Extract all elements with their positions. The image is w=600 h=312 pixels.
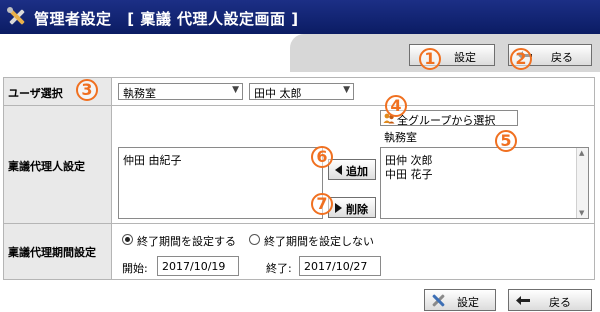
department-select[interactable]: 執務室 ▼ — [118, 83, 243, 100]
footer-back-button[interactable]: 戻る — [508, 289, 592, 311]
arrow-left-icon — [335, 165, 342, 175]
chevron-down-icon: ▼ — [232, 85, 239, 95]
row-divider — [4, 223, 594, 224]
end-date-label: 終了: — [266, 262, 292, 275]
annotation-marker-7: 7 — [311, 193, 333, 215]
user-select-label: ユーザ選択 — [8, 87, 63, 100]
back-arrow-icon — [516, 296, 530, 305]
annotation-marker-5: 5 — [495, 130, 517, 152]
chevron-down-icon: ▼ — [343, 85, 350, 95]
end-period-set-radio[interactable] — [122, 234, 133, 245]
list-item[interactable]: 仲田 由紀子 — [123, 152, 182, 168]
period-label: 稟議代理期間設定 — [8, 246, 96, 259]
list-item[interactable]: 中田 花子 — [385, 166, 433, 182]
delete-button-label: 削除 — [346, 203, 368, 216]
footer-settings-label: 設定 — [457, 296, 479, 309]
title-bar: 管理者設定 [ 稟議 代理人設定画面 ] — [0, 0, 600, 34]
settings-button-label: 設定 — [454, 51, 476, 64]
annotation-marker-4: 4 — [385, 95, 407, 117]
arrow-right-icon — [335, 203, 342, 213]
end-period-unset-label: 終了期間を設定しない — [264, 235, 374, 248]
end-date-value: 2017/10/27 — [304, 260, 368, 273]
start-date-input[interactable]: 2017/10/19 — [157, 256, 239, 276]
proxy-label: 稟議代理人設定 — [8, 160, 85, 173]
tools-icon — [7, 7, 25, 25]
end-date-input[interactable]: 2017/10/27 — [299, 256, 381, 276]
back-button-label: 戻る — [551, 51, 573, 64]
selected-proxy-list[interactable]: 仲田 由紀子 — [118, 147, 323, 219]
settings-form: ユーザ選択 稟議代理人設定 稟議代理期間設定 執務室 ▼ 田中 太郎 ▼ 仲田 … — [3, 77, 595, 280]
end-period-unset-radio[interactable] — [249, 234, 260, 245]
scrollbar[interactable]: ▲ ▼ — [576, 148, 588, 218]
select-all-groups-label: 全グループから選択 — [397, 114, 496, 127]
annotation-marker-6: 6 — [311, 146, 333, 168]
group-name: 執務室 — [384, 131, 417, 144]
start-date-value: 2017/10/19 — [162, 260, 226, 273]
annotation-marker-2: 2 — [510, 48, 532, 70]
candidate-list[interactable]: 田仲 次郎 中田 花子 ▲ ▼ — [380, 147, 589, 219]
user-select[interactable]: 田中 太郎 ▼ — [249, 83, 354, 100]
department-select-value: 執務室 — [123, 87, 156, 100]
annotation-marker-1: 1 — [419, 48, 441, 70]
add-button-label: 追加 — [346, 165, 368, 178]
delete-button[interactable]: 削除 — [328, 197, 376, 218]
footer-settings-button[interactable]: 設定 — [424, 289, 496, 311]
user-select-value: 田中 太郎 — [254, 87, 302, 100]
end-period-set-label: 終了期間を設定する — [137, 235, 236, 248]
scroll-down-icon[interactable]: ▼ — [579, 209, 584, 217]
tools-icon — [432, 294, 445, 307]
scroll-up-icon[interactable]: ▲ — [579, 149, 584, 157]
footer-back-label: 戻る — [549, 296, 571, 309]
row-divider — [4, 105, 594, 106]
start-date-label: 開始: — [122, 262, 148, 275]
annotation-marker-3: 3 — [76, 79, 98, 101]
add-button[interactable]: 追加 — [328, 159, 376, 180]
screen-title: [ 稟議 代理人設定画面 ] — [127, 10, 299, 28]
period-label-cell: 稟議代理期間設定 — [4, 224, 112, 279]
proxy-label-cell: 稟議代理人設定 — [4, 106, 112, 223]
app-title: 管理者設定 — [34, 10, 112, 28]
